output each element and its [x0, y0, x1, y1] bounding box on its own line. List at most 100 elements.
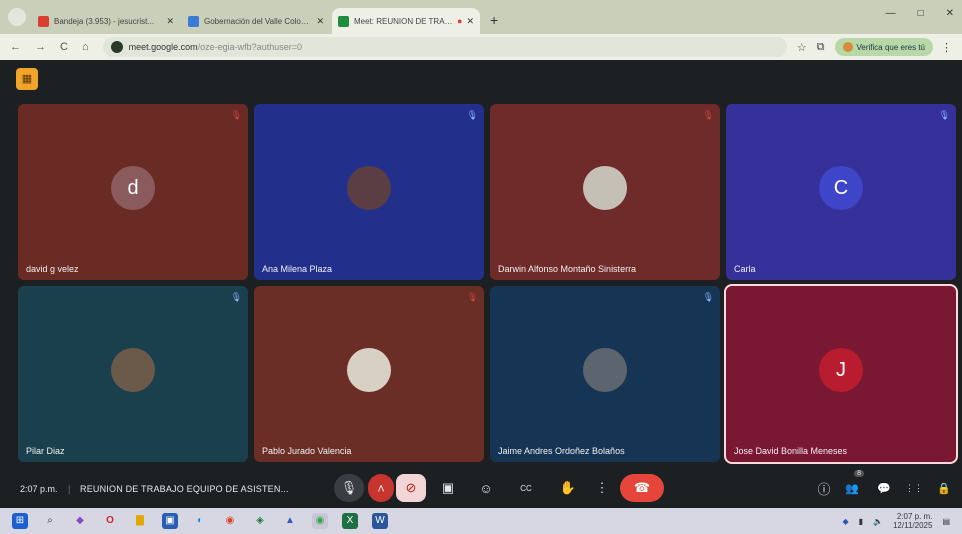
participant-tile[interactable]: 🎙 Ana Milena Plaza [254, 104, 484, 280]
present-button[interactable]: ▣ [436, 474, 460, 502]
opera-icon[interactable]: O [102, 513, 118, 529]
word-icon[interactable]: W [372, 513, 388, 529]
participant-name: david g velez [26, 264, 79, 274]
end-call-button[interactable]: ☎ [620, 474, 664, 502]
tab-gmail[interactable]: Bandeja (3.953) - jesucrist... ✕ [32, 8, 180, 34]
more-options-button[interactable]: ⋮ [590, 474, 614, 502]
captions-button[interactable]: CC [514, 474, 538, 502]
raise-hand-button[interactable]: ✋ [556, 474, 580, 502]
chrome-profile-icon[interactable]: ◉ [312, 513, 328, 529]
mic-muted-icon: 🎙 [466, 292, 478, 302]
maximize-button[interactable]: □ [918, 8, 924, 19]
people-icon: 👥 [845, 482, 859, 495]
network-icon[interactable]: ▮ [859, 517, 863, 526]
gmail-favicon-icon [38, 15, 49, 27]
camera-off-icon: ⊘ [405, 480, 417, 495]
participant-avatar [347, 166, 391, 210]
browser-menu-button[interactable]: ⋮ [941, 41, 952, 54]
mic-icon: 🎙 [340, 480, 358, 495]
url-host: meet.google.com [128, 42, 198, 52]
participant-tile[interactable]: J Jose David Bonilla Meneses [724, 284, 958, 464]
lock-person-icon: 🔒 [937, 482, 951, 495]
emoji-reactions-button[interactable]: ☺ [474, 474, 498, 502]
new-tab-button[interactable]: + [490, 12, 498, 28]
tab-label: Gobernación del Valle Colomb... [204, 16, 313, 26]
hang-up-icon: ☎ [633, 480, 651, 495]
app-icon-2[interactable]: ▲ [282, 513, 298, 529]
verify-profile-button[interactable]: Verifica que eres tú [834, 38, 933, 56]
participant-avatar [583, 166, 627, 210]
meeting-title[interactable]: REUNION DE TRABAJO EQUIPO DE ASISTEN... [80, 484, 289, 494]
verify-label: Verifica que eres tú [856, 42, 925, 52]
divider: | [68, 484, 71, 494]
participant-tile[interactable]: 🎙 Pilar Diaz [18, 286, 248, 462]
chevron-up-icon: ˄ [377, 480, 385, 496]
app-icon[interactable]: ◈ [252, 513, 268, 529]
participant-avatar: J [819, 348, 863, 392]
participant-name: Jaime Andres Ordoñez Bolaños [498, 446, 625, 456]
system-tray: ◆ ▮ 🔈 2:07 p. m. 12/11/2025 ▤ [842, 512, 950, 530]
mic-icon: 🎙 [702, 292, 714, 302]
camera-options-button[interactable]: ˄ [368, 474, 394, 502]
notifications-icon[interactable]: ▤ [942, 517, 950, 526]
host-controls-button[interactable]: 🔒 [932, 474, 956, 502]
meeting-time: 2:07 p.m. [20, 484, 58, 494]
close-tab-icon[interactable]: ✕ [166, 16, 174, 27]
meet-favicon-icon [338, 15, 349, 27]
store-icon[interactable]: ▣ [162, 513, 178, 529]
excel-icon[interactable]: X [342, 513, 358, 529]
site-info-icon[interactable] [110, 41, 123, 53]
close-tab-icon[interactable]: ✕ [466, 16, 474, 27]
people-button[interactable]: 👥 8 [840, 470, 864, 502]
back-button[interactable]: ← [10, 41, 21, 53]
mic-icon: 🎙 [938, 110, 950, 120]
explorer-icon[interactable]: ▇ [132, 513, 148, 529]
participant-avatar [111, 348, 155, 392]
participant-tile[interactable]: 🎙 Jaime Andres Ordoñez Bolaños [490, 286, 720, 462]
profile-avatar-icon [842, 42, 853, 52]
tab-gobernacion[interactable]: Gobernación del Valle Colomb... ✕ [182, 8, 330, 34]
taskbar-clock[interactable]: 2:07 p. m. 12/11/2025 [893, 512, 932, 530]
bookmark-star-icon[interactable]: ☆ [797, 41, 807, 54]
forward-button[interactable]: → [35, 41, 46, 53]
copilot-icon[interactable]: ◆ [72, 513, 88, 529]
meet-logo-icon[interactable]: ▦ [16, 68, 38, 90]
reload-button[interactable]: C [60, 41, 68, 53]
participant-tile[interactable]: 🎙 Darwin Alfonso Montaño Sinisterra [490, 104, 720, 280]
meeting-details-button[interactable]: ⓘ [812, 474, 836, 502]
participant-tile[interactable]: 🎙 C Carla [726, 104, 956, 280]
url-input[interactable]: meet.google.com /oze-egia-wfb?authuser=0 [102, 37, 787, 57]
volume-icon[interactable]: 🔈 [873, 517, 883, 526]
more-vert-icon: ⋮ [595, 480, 609, 495]
browser-tab-bar: chevron-down-icon Bandeja (3.953) - jesu… [0, 0, 962, 34]
extensions-icon[interactable]: ⧉ [817, 41, 825, 54]
microphone-button[interactable]: 🎙 [334, 474, 364, 502]
security-shield-icon[interactable]: ◆ [842, 517, 848, 526]
participant-name: Ana Milena Plaza [262, 264, 333, 274]
clock-time: 2:07 p. m. [896, 512, 933, 521]
home-button[interactable]: ⌂ [82, 41, 89, 53]
tab-search-menu[interactable]: chevron-down-icon [8, 8, 26, 26]
close-tab-icon[interactable]: ✕ [316, 16, 324, 27]
participant-tile[interactable]: 🎙 Pablo Jurado Valencia [254, 286, 484, 462]
close-window-button[interactable]: ✕ [946, 8, 954, 19]
participant-tile[interactable]: 🎙 d david g velez [18, 104, 248, 280]
edge-icon[interactable]: ◐ [192, 513, 208, 529]
chrome-icon[interactable]: ◉ [222, 513, 238, 529]
meet-stage: ▦ 🎙 d david g velez 🎙 Ana Milena Plaza 🎙… [0, 60, 962, 508]
minimize-button[interactable]: — [886, 8, 896, 19]
participant-avatar [347, 348, 391, 392]
chat-button[interactable]: 💬 [872, 474, 896, 502]
meeting-control-bar: 2:07 p.m. | REUNION DE TRABAJO EQUIPO DE… [0, 470, 962, 508]
captions-icon: CC [520, 483, 532, 493]
activities-button[interactable]: ⋮⋮ [902, 474, 926, 502]
site-favicon-icon [188, 15, 199, 27]
participant-name: Darwin Alfonso Montaño Sinisterra [498, 264, 637, 274]
camera-toggle-button[interactable]: ⊘ [396, 474, 426, 502]
search-icon[interactable]: ⌕ [42, 513, 58, 529]
mic-muted-icon: 🎙 [702, 110, 714, 120]
tab-meet[interactable]: Meet: REUNION DE TRABA ● ✕ [332, 8, 480, 34]
participant-name: Carla [734, 264, 756, 274]
windows-start-icon[interactable]: ⊞ [12, 513, 28, 529]
tab-label: Meet: REUNION DE TRABA [354, 16, 454, 26]
